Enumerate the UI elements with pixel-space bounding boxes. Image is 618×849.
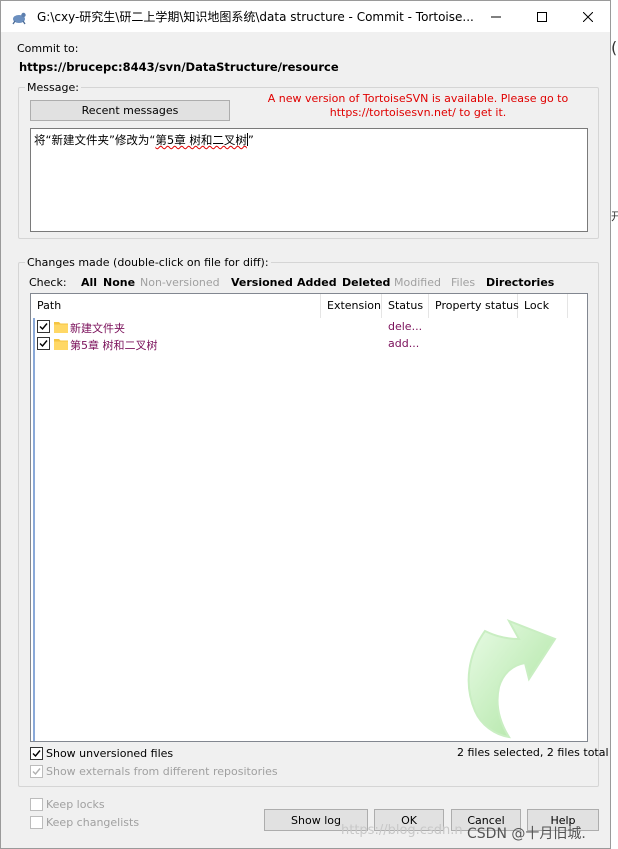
show-externals-checkbox (30, 765, 43, 778)
background-glyph: ( (611, 38, 618, 57)
checkmark-icon (39, 340, 48, 348)
show-unversioned-label: Show unversioned files (46, 747, 174, 760)
tortoise-icon (12, 12, 26, 25)
update-notice[interactable]: A new version of TortoiseSVN is availabl… (263, 92, 573, 120)
csdn-watermark: CSDN @十月旧城. (467, 826, 586, 842)
filter-non-versioned: Non-versioned (140, 276, 220, 289)
keep-locks-label: Keep locks (46, 798, 105, 811)
checkmark-icon (39, 323, 48, 331)
commit-message-input[interactable]: 将“新建文件夹”修改为“第5章 树和二叉树” (30, 128, 588, 232)
maximize-icon (537, 11, 547, 22)
show-unversioned-checkbox[interactable] (30, 747, 43, 760)
keep-locks-checkbox (30, 798, 43, 811)
commit-to-label: Commit to: (17, 42, 79, 55)
column-header-property-status[interactable]: Property status (429, 294, 519, 318)
filter-deleted[interactable]: Deleted (342, 276, 390, 289)
message-text: 将“新建文件夹”修改为“ (34, 133, 156, 147)
commit-dialog: G:\cxy-研究生\研二上学期\知识地图系统\data structure -… (0, 0, 611, 849)
message-text-spellcheck: 第5章 树和二叉树 (155, 133, 247, 147)
changes-group-label: Changes made (double-click on file for d… (25, 256, 271, 269)
update-notice-line2[interactable]: https://tortoisesvn.net/ to get it. (263, 106, 573, 120)
filter-files: Files (451, 276, 476, 289)
filter-none[interactable]: None (103, 276, 135, 289)
recent-messages-button[interactable]: Recent messages (30, 100, 230, 121)
keep-changelists-label: Keep changelists (46, 816, 140, 829)
column-header-status[interactable]: Status (382, 294, 429, 318)
filter-directories[interactable]: Directories (486, 276, 554, 289)
row-status: dele... (388, 320, 423, 333)
keep-changelists-checkbox (30, 816, 43, 829)
close-button[interactable] (565, 1, 610, 32)
maximize-button[interactable] (519, 1, 565, 32)
background-window (611, 0, 618, 849)
table-row[interactable]: 第5章 树和二叉树 add... (31, 336, 587, 353)
commit-arrow-icon (467, 619, 557, 739)
background-glyph: 开 (611, 210, 618, 223)
filter-added[interactable]: Added (297, 276, 337, 289)
filter-modified: Modified (394, 276, 441, 289)
blog-watermark: https://blog.csdn.n (341, 823, 463, 838)
column-header-extension[interactable]: Extension (321, 294, 382, 318)
row-status: add... (388, 337, 420, 350)
selection-summary: 2 files selected, 2 files total (457, 746, 609, 759)
row-checkbox[interactable] (37, 320, 50, 333)
column-header-lock[interactable]: Lock (518, 294, 568, 318)
filter-all[interactable]: All (81, 276, 97, 289)
list-focus-bar (33, 318, 35, 741)
filter-versioned[interactable]: Versioned (231, 276, 293, 289)
table-row[interactable]: 新建文件夹 dele... (31, 319, 587, 336)
message-group-label: Message: (25, 81, 81, 94)
check-label: Check: (29, 276, 67, 289)
checkmark-icon (32, 768, 41, 776)
folder-icon (54, 339, 68, 350)
row-checkbox[interactable] (37, 337, 50, 350)
row-path: 新建文件夹 (70, 322, 125, 335)
title-bar[interactable]: G:\cxy-研究生\研二上学期\知识地图系统\data structure -… (1, 1, 610, 32)
close-icon (583, 11, 593, 22)
row-path: 第5章 树和二叉树 (70, 339, 158, 352)
minimize-icon (491, 16, 501, 17)
repository-url: https://brucepc:8443/svn/DataStructure/r… (19, 60, 339, 74)
show-externals-label: Show externals from different repositori… (46, 765, 278, 778)
minimize-button[interactable] (473, 1, 519, 32)
column-header-path[interactable]: Path (31, 294, 321, 318)
checkmark-icon (32, 750, 41, 758)
window-title: G:\cxy-研究生\研二上学期\知识地图系统\data structure -… (37, 10, 474, 24)
update-notice-line1: A new version of TortoiseSVN is availabl… (267, 92, 569, 105)
folder-icon (54, 322, 68, 333)
message-text-end: ” (247, 133, 254, 147)
